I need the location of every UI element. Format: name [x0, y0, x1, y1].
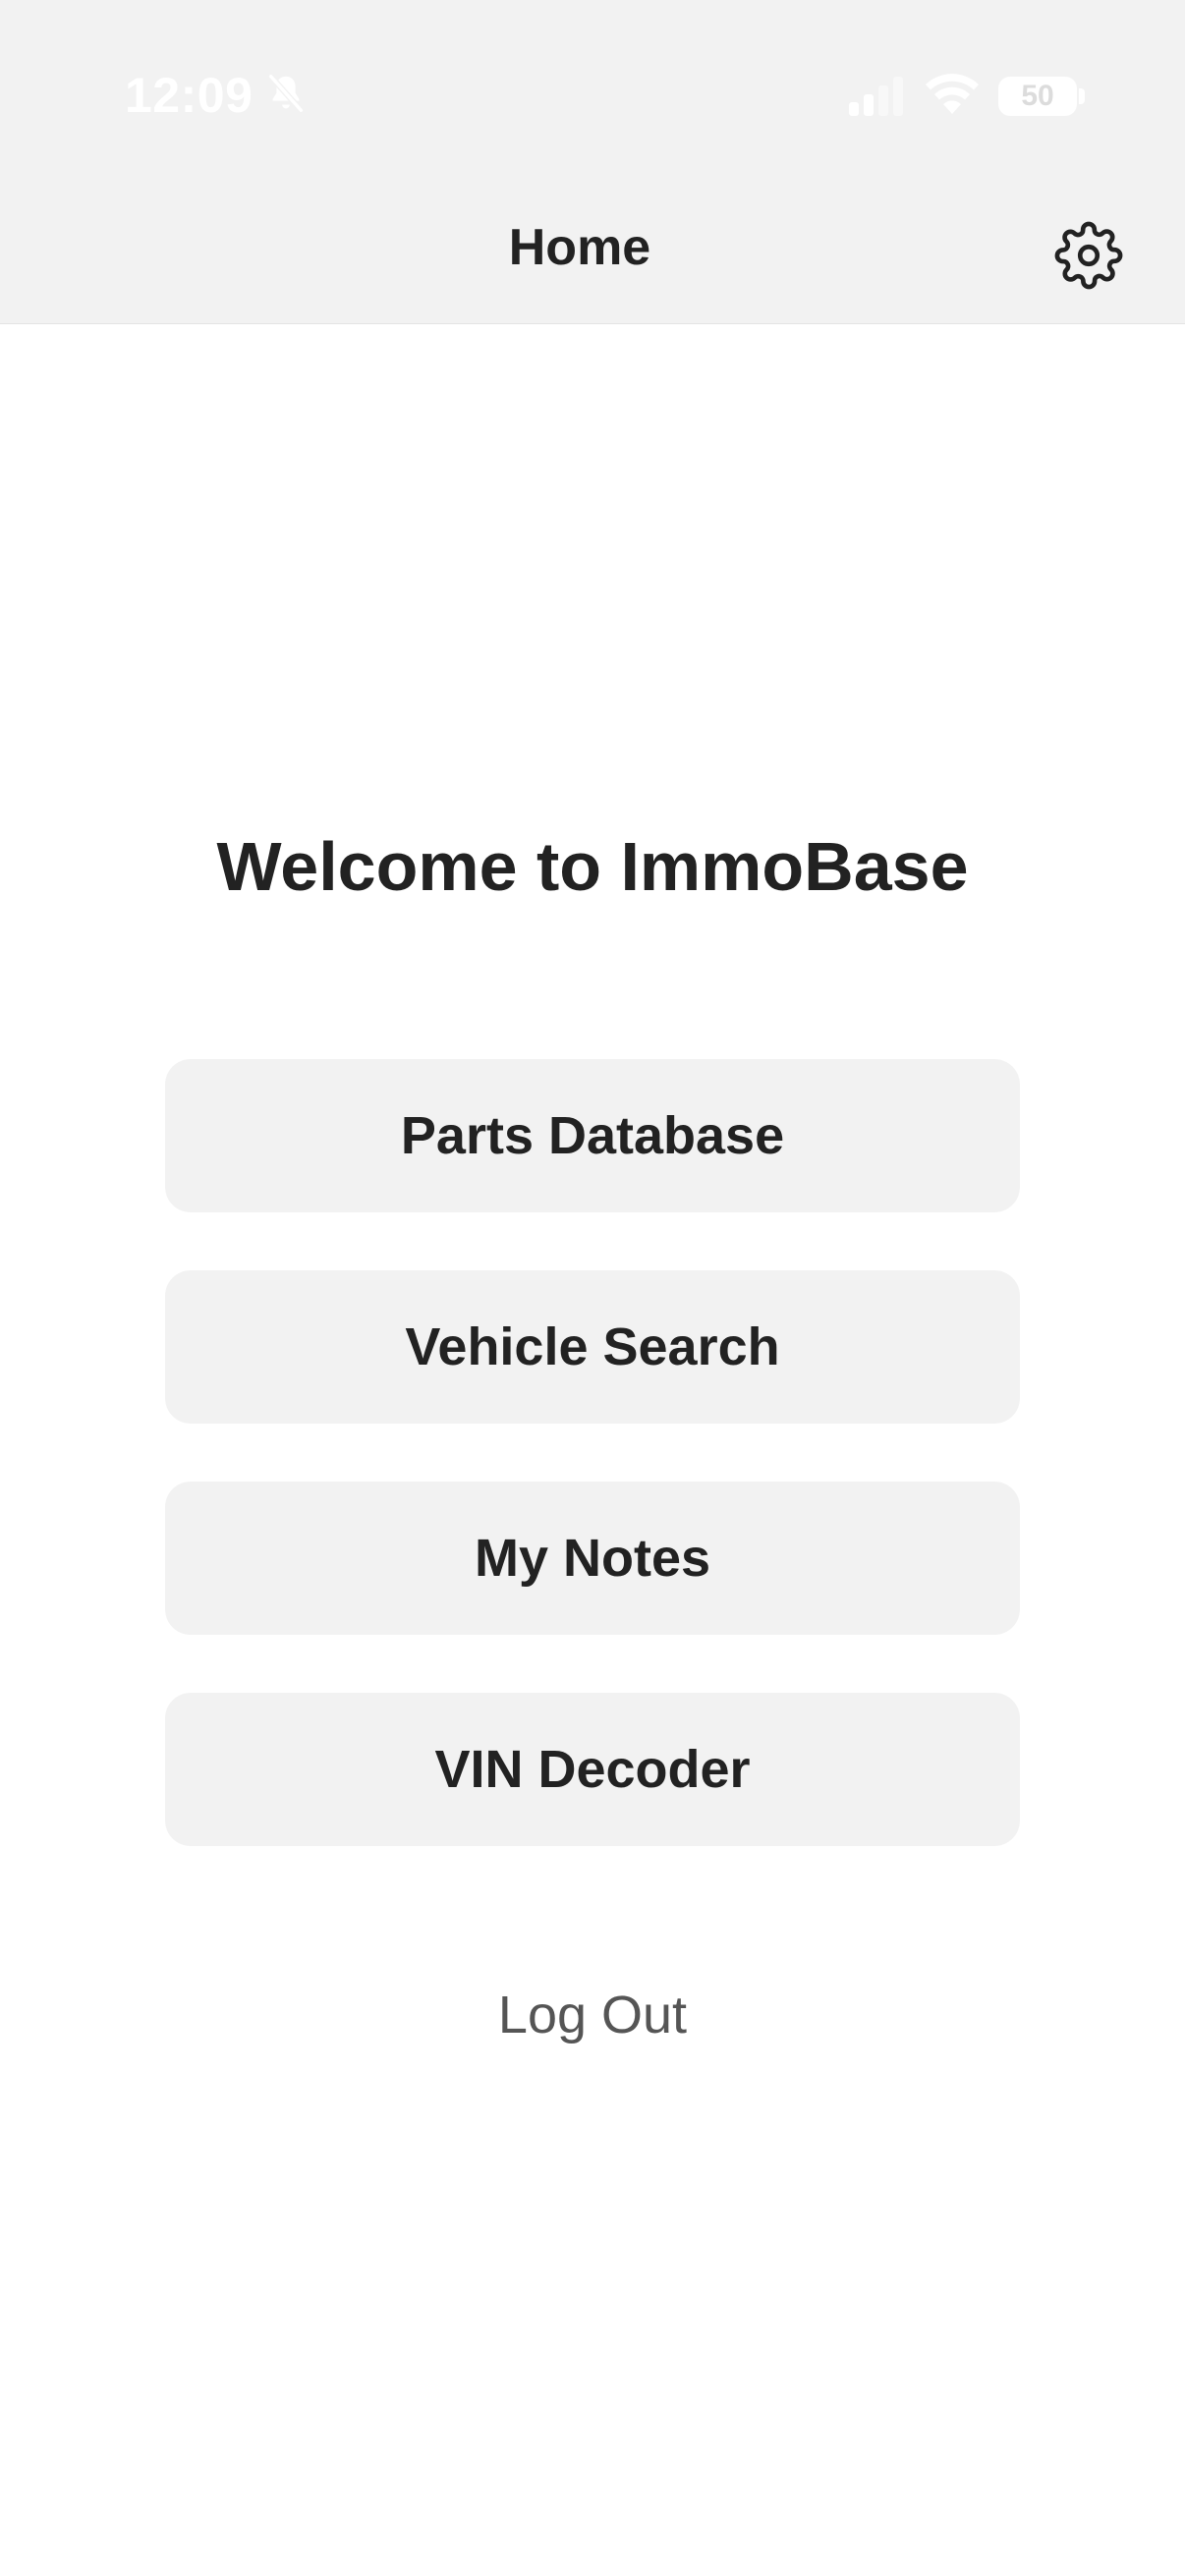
gear-icon — [1054, 221, 1123, 290]
parts-database-button[interactable]: Parts Database — [165, 1059, 1020, 1212]
battery-percent: 50 — [1021, 80, 1054, 112]
logout-button[interactable]: Log Out — [0, 1985, 1185, 2045]
settings-button[interactable] — [1049, 216, 1128, 295]
wifi-icon — [926, 74, 979, 114]
battery-icon: 50 — [998, 77, 1077, 116]
signal-icon — [849, 77, 903, 116]
main-menu: Parts Database Vehicle Search My Notes V… — [165, 1059, 1020, 1904]
status-time: 12:09 — [125, 68, 254, 123]
my-notes-button[interactable]: My Notes — [165, 1482, 1020, 1635]
vin-decoder-button[interactable]: VIN Decoder — [165, 1693, 1020, 1846]
vehicle-search-button[interactable]: Vehicle Search — [165, 1270, 1020, 1424]
page-title: Home — [508, 219, 651, 276]
bell-slash-icon — [267, 73, 305, 114]
battery-cap — [1079, 88, 1085, 104]
status-bar: 12:09 50 — [0, 0, 1185, 187]
top-header: 12:09 50 Home — [0, 0, 1185, 324]
welcome-title: Welcome to ImmoBase — [216, 828, 969, 905]
